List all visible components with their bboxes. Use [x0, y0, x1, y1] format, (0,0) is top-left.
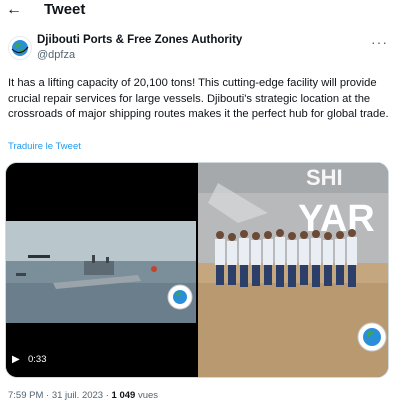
tweet-text: It has a lifting capacity of 20,100 tons…: [8, 77, 389, 120]
meta-separator-2: ·: [103, 390, 112, 401]
page-title: Tweet: [44, 1, 86, 18]
author-handle[interactable]: @dpfza: [37, 49, 75, 61]
meta-separator: ·: [43, 390, 52, 401]
tweet-media: ▶ 0:33 SHI YAR: [5, 162, 389, 378]
views-count: 1 049: [111, 390, 136, 401]
back-button[interactable]: ←: [4, 1, 24, 19]
top-bar: ← Tweet: [0, 0, 400, 22]
photo[interactable]: SHI YAR: [198, 163, 388, 377]
play-button[interactable]: ▶: [12, 353, 26, 367]
tweet-author: Djibouti Ports & Free Zones Authority @d…: [0, 32, 400, 72]
translate-tweet-link[interactable]: Traduire le Tweet: [8, 141, 81, 152]
author-name[interactable]: Djibouti Ports & Free Zones Authority: [37, 34, 242, 46]
more-horizontal-icon: ···: [371, 34, 388, 50]
play-icon: ▶: [12, 354, 20, 365]
tweet-meta: 7:59 PM · 31 juil. 2023 · 1 049 vues: [8, 390, 158, 401]
tweet-date[interactable]: 31 juil. 2023: [52, 390, 103, 401]
video-duration: 0:33: [28, 354, 47, 365]
avatar[interactable]: [8, 36, 32, 60]
globe-logo-icon: [11, 40, 29, 56]
tweet-time[interactable]: 7:59 PM: [8, 390, 43, 401]
views-label: vues: [137, 390, 159, 401]
photo-group-at-shipyard: SHI YAR: [198, 163, 388, 377]
more-options-button[interactable]: ···: [371, 34, 388, 50]
svg-text:SHI: SHI: [306, 165, 343, 190]
video-player[interactable]: ▶ 0:33: [6, 163, 196, 377]
arrow-left-icon: ←: [6, 1, 22, 18]
watermark-logo-icon: [167, 284, 193, 310]
